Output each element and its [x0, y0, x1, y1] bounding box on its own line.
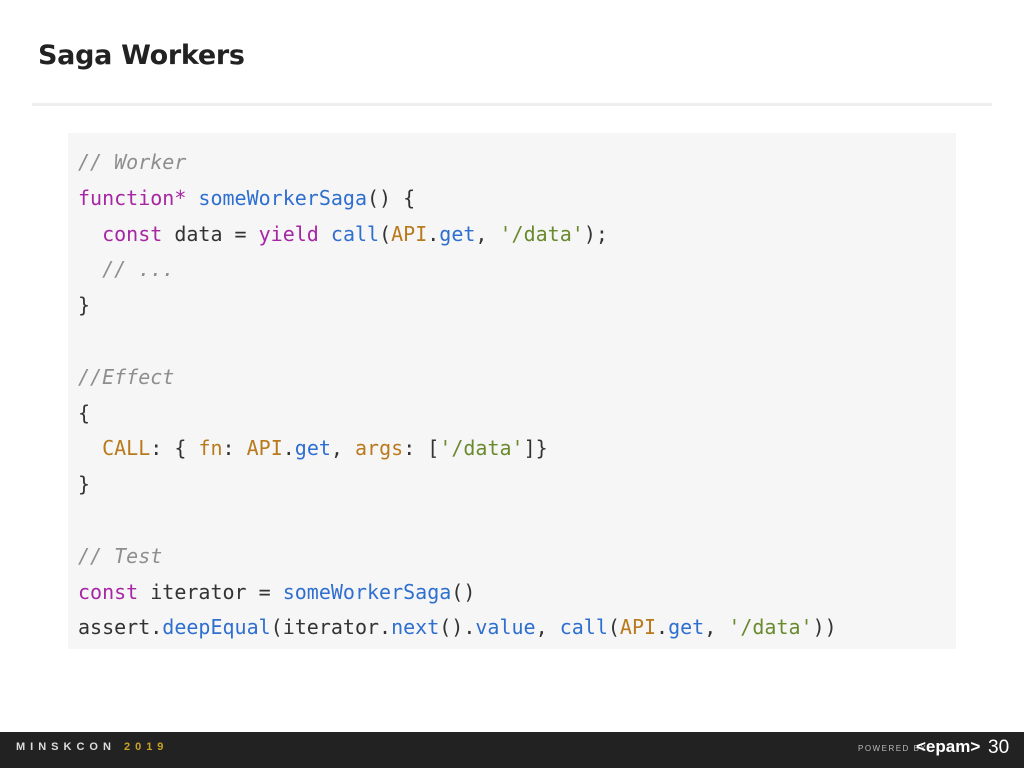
- slide-title: Saga Workers: [38, 40, 245, 71]
- code-token: ]}: [523, 436, 548, 461]
- code-token: CALL: [102, 436, 151, 461]
- code-token: }: [78, 472, 91, 497]
- code-token: function*: [78, 185, 187, 210]
- code-token: .: [150, 615, 163, 640]
- page-number: 30: [988, 737, 1010, 758]
- code-token: (: [607, 615, 620, 640]
- code-token: API: [391, 221, 428, 246]
- code-token: API: [619, 615, 657, 640]
- code-token: deepEqual: [162, 615, 271, 640]
- code-token: );: [583, 221, 608, 246]
- code-token: assert: [78, 615, 151, 640]
- code-line: // Test: [78, 539, 956, 575]
- code-token: ,: [330, 436, 356, 461]
- code-line: }: [78, 467, 956, 503]
- code-token: fn: [198, 436, 223, 461]
- code-token: )): [812, 615, 837, 640]
- code-token: ,: [475, 221, 500, 246]
- title-divider: [32, 103, 992, 106]
- code-line: // Worker: [78, 145, 956, 181]
- code-token: yield: [258, 221, 319, 246]
- code-token: ().: [439, 615, 476, 640]
- code-token: data =: [162, 221, 259, 246]
- code-token: // ...: [78, 257, 175, 282]
- code-line: {: [78, 396, 956, 432]
- code-block: // Worker function* someWorkerSaga() { co…: [68, 133, 956, 649]
- code-token: : [: [403, 436, 440, 461]
- code-token: someWorkerSaga: [198, 185, 367, 210]
- code-token: call: [559, 615, 608, 640]
- code-line: assert.deepEqual(iterator.next().value, …: [78, 610, 956, 646]
- code-token: () {: [367, 185, 416, 210]
- conference-logo: MINSKCON 2019: [16, 741, 168, 753]
- code-token: args: [355, 436, 404, 461]
- code-line: function* someWorkerSaga() {: [78, 181, 956, 217]
- conference-year: 2019: [123, 741, 169, 753]
- code-token: ,: [704, 615, 729, 640]
- code-token: ,: [535, 615, 560, 640]
- code-token: // Test: [78, 543, 163, 568]
- code-token: get: [668, 615, 705, 640]
- code-line: CALL: { fn: API.get, args: ['/data']}: [78, 431, 956, 467]
- code-token: call: [330, 221, 380, 246]
- code-token: (: [379, 221, 392, 246]
- code-token: value: [475, 615, 536, 640]
- code-token: '/data': [439, 436, 524, 461]
- code-token: //Effect: [78, 364, 175, 389]
- code-token: '/data': [499, 221, 584, 246]
- conference-name: MINSKCON: [16, 741, 124, 753]
- code-token: get: [439, 221, 476, 246]
- code-line: //Effect: [78, 360, 956, 396]
- code-line: }: [78, 288, 956, 324]
- code-token: const: [102, 221, 163, 246]
- code-token: .: [427, 221, 440, 246]
- code-line: const data = yield call(API.get, '/data'…: [78, 217, 956, 253]
- code-token: iterator =: [138, 579, 283, 604]
- code-token: next: [391, 615, 440, 640]
- code-token: .: [656, 615, 669, 640]
- code-token: : {: [150, 436, 199, 461]
- code-token: (): [451, 579, 476, 604]
- slide: Saga Workers // Worker function* someWork…: [0, 0, 1024, 768]
- footer-bar: MINSKCON 2019 POWERED BY <epam> 30: [0, 732, 1024, 768]
- code-line: const iterator = someWorkerSaga(): [78, 575, 956, 611]
- code-token: const: [78, 579, 139, 604]
- code-token: (iterator.: [270, 615, 392, 640]
- code-token: // Worker: [78, 150, 187, 174]
- code-token: API: [246, 436, 283, 461]
- code-line: // ...: [78, 252, 956, 288]
- code-token: '/data': [728, 615, 813, 640]
- epam-logo: <epam>: [916, 737, 981, 756]
- code-token: someWorkerSaga: [282, 579, 452, 604]
- code-token: :: [222, 436, 247, 461]
- code-token: .: [282, 436, 295, 461]
- code-token: }: [78, 293, 91, 318]
- code-token: {: [78, 400, 91, 425]
- code-token: get: [294, 436, 331, 461]
